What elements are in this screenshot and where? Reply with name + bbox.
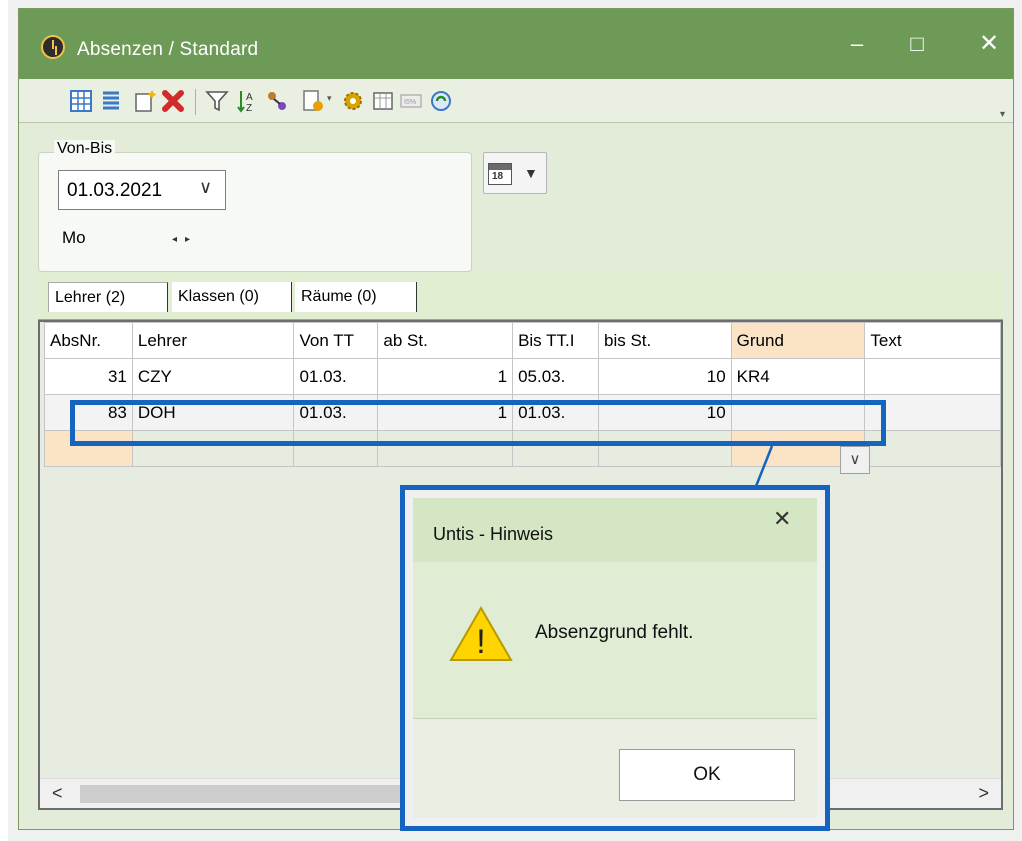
assign-icon[interactable] [265,89,289,113]
list-view-icon[interactable] [99,89,123,113]
col-header-bisst[interactable]: bis St. [597,322,732,359]
calendar-dropdown-arrow[interactable]: ▼ [524,165,538,181]
weekday-label: Mo [62,228,86,247]
list-detail-icon[interactable] [69,89,93,113]
calendar-icon: 18 [488,163,512,185]
col-header-von[interactable]: Von TT [293,322,379,359]
scrollbar-thumb[interactable] [80,785,400,803]
close-icon[interactable]: ✕ [773,506,791,532]
app-clock-icon [41,35,65,59]
report-icon[interactable] [301,89,325,113]
warning-icon: ! [449,606,513,661]
dialog-title: Untis - Hinweis [433,524,554,544]
toolbar-separator [195,89,196,115]
tab-klassen[interactable]: Klassen (0) [172,282,292,312]
dialog-footer: OK [413,718,817,818]
filter-icon[interactable] [205,89,229,113]
col-header-lehrer[interactable]: Lehrer [131,322,295,359]
calendar-button[interactable]: 18 ▼ [483,152,547,194]
window-title: Absenzen / Standard [77,39,259,60]
timetable-icon[interactable]: I5% [399,89,423,113]
cell-grund[interactable]: KR4 [730,358,866,395]
row-highlight-frame [70,400,886,446]
close-window-button[interactable]: ✕ [969,29,1009,59]
period-legend: Von-Bis [54,140,116,158]
dialog-body: ! Absenzgrund fehlt. [413,562,817,718]
col-header-bis[interactable]: Bis TT.I [512,322,599,359]
grund-dropdown-button[interactable]: ∨ [840,446,870,474]
tab-strip: Lehrer (2) Klassen (0) Räume (0) [38,272,1003,320]
scroll-left-icon[interactable]: < [52,783,63,804]
new-record-icon[interactable] [133,89,157,113]
cell-lehrer[interactable]: CZY [131,358,295,395]
cell-ab[interactable]: 1 [377,358,514,395]
scroll-right-icon[interactable]: > [978,783,989,804]
dialog-message: Absenzgrund fehlt. [535,622,694,643]
maximize-button[interactable]: □ [897,29,937,59]
date-spin-buttons[interactable]: ◂▸ [172,234,198,245]
table-header-row: AbsNr. Lehrer Von TT ab St. Bis TT.I bis… [44,322,1001,359]
date-value: 01.03.2021 [67,180,163,201]
report-dropdown-arrow[interactable]: ▾ [327,93,332,104]
cell-absnr[interactable]: 31 [44,358,133,395]
col-header-ab[interactable]: ab St. [377,322,514,359]
title-bar: Absenzen / Standard – □ ✕ [19,9,1013,79]
col-header-grund[interactable]: Grund [730,322,866,359]
hint-dialog: Untis - Hinweis ✕ ! Absenzgrund fehlt. O… [400,485,830,831]
sort-icon[interactable]: AZ [235,89,259,113]
tab-raeume[interactable]: Räume (0) [295,282,417,312]
col-header-text[interactable]: Text [864,322,1001,359]
cell-text[interactable] [864,358,1001,395]
svg-text:I5%: I5% [404,99,416,106]
tab-lehrer[interactable]: Lehrer (2) [48,282,168,312]
svg-text:Z: Z [246,103,252,113]
date-picker[interactable]: 01.03.2021 ∨ [58,170,226,210]
ok-button[interactable]: OK [619,749,795,801]
delete-icon[interactable] [161,89,185,113]
col-header-absnr[interactable]: AbsNr. [44,322,133,359]
dialog-header: Untis - Hinweis ✕ [413,498,817,562]
minimize-button[interactable]: – [837,29,877,59]
settings-gear-icon[interactable] [341,89,365,113]
table-row[interactable]: 31 CZY 01.03. 1 05.03. 10 KR4 [44,358,1001,395]
cell-bis[interactable]: 05.03. [512,358,599,395]
svg-text:!: ! [476,623,485,661]
toolbar: AZ ▾ I5% ▾ [19,79,1013,123]
toolbar-overflow-button[interactable]: ▾ [1000,109,1005,120]
calendar-grid-icon[interactable] [371,89,395,113]
refresh-icon[interactable] [429,89,453,113]
cell-von[interactable]: 01.03. [293,358,379,395]
chevron-down-icon[interactable]: ∨ [199,177,212,198]
svg-text:A: A [246,92,253,103]
cell-bisst[interactable]: 10 [597,358,732,395]
